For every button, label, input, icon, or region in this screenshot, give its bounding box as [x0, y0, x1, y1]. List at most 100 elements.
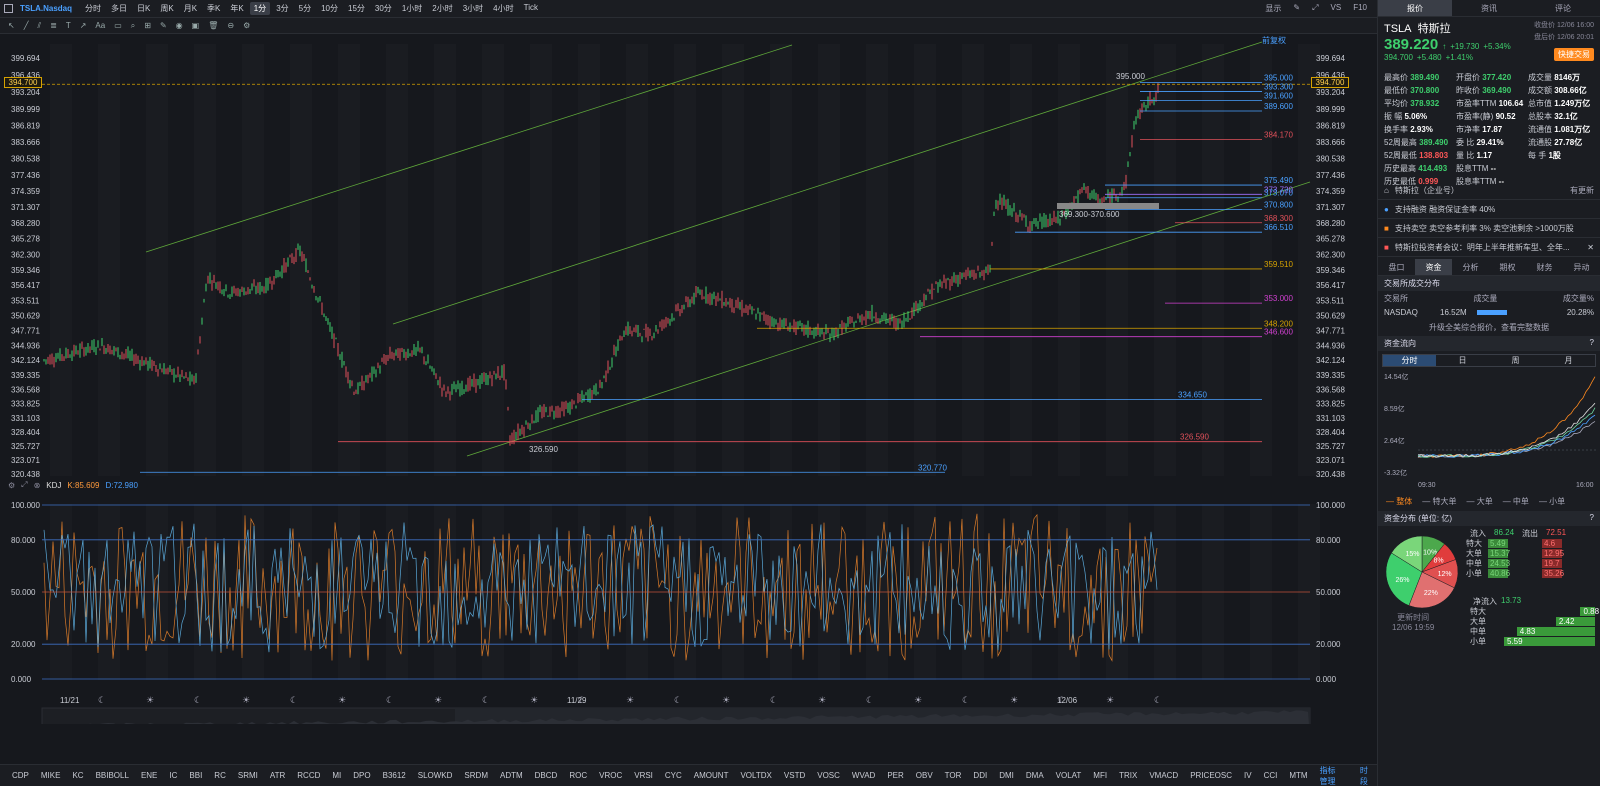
- indicator-wvad[interactable]: WVAD: [852, 771, 875, 780]
- comment-icon[interactable]: ▭: [114, 21, 122, 30]
- indicator-rc[interactable]: RC: [214, 771, 226, 780]
- kdj-settings-icon[interactable]: ⚙: [8, 481, 15, 490]
- indicator-ddi[interactable]: DDI: [973, 771, 987, 780]
- fullscreen-icon[interactable]: ⤢: [1312, 3, 1318, 14]
- indicator-bbi[interactable]: BBI: [189, 771, 202, 780]
- hide-icon[interactable]: ⊖: [227, 21, 234, 30]
- indicator-atr[interactable]: ATR: [270, 771, 285, 780]
- tab-quote[interactable]: 报价: [1378, 0, 1452, 16]
- timeframe-11[interactable]: 15分: [344, 2, 369, 15]
- margin-row[interactable]: ● 支持融资 融资保证金率 40%: [1378, 200, 1600, 219]
- text-tool-icon[interactable]: T: [66, 21, 71, 30]
- indicator-amount[interactable]: AMOUNT: [694, 771, 729, 780]
- upgrade-link[interactable]: 升级全美综合报价，查看完整数据: [1378, 319, 1600, 336]
- help-icon[interactable]: ?: [1590, 513, 1594, 524]
- kdj-name[interactable]: KDJ: [46, 481, 61, 490]
- subtab-3[interactable]: 期权: [1489, 259, 1526, 275]
- news-row[interactable]: ■ 特斯拉投资者会议：明年上半年推新车型、全年... ✕: [1378, 238, 1600, 257]
- kdj-expand-icon[interactable]: ⤢: [21, 480, 27, 490]
- indicator-mike[interactable]: MIKE: [41, 771, 61, 780]
- timeframe-5[interactable]: 季K: [203, 2, 224, 15]
- timeframe-10[interactable]: 10分: [317, 2, 342, 15]
- lock-icon[interactable]: ▣: [192, 21, 200, 30]
- indicator-ic[interactable]: IC: [169, 771, 177, 780]
- indicator-dpo[interactable]: DPO: [353, 771, 370, 780]
- indicator-bbiboll[interactable]: BBIBOLL: [96, 771, 129, 780]
- indicator-cdp[interactable]: CDP: [12, 771, 29, 780]
- timeframe-13[interactable]: 1小时: [398, 2, 426, 15]
- indicator-srmi[interactable]: SRMI: [238, 771, 258, 780]
- timeframe-0[interactable]: 分时: [81, 2, 105, 15]
- indicator-srdm[interactable]: SRDM: [464, 771, 488, 780]
- indicator-vmacd[interactable]: VMACD: [1149, 771, 1178, 780]
- help-icon[interactable]: ?: [1590, 338, 1594, 349]
- indicator-trix[interactable]: TRIX: [1119, 771, 1137, 780]
- measure-icon[interactable]: ⊞: [144, 21, 151, 30]
- arrow-tool-icon[interactable]: ↗: [80, 21, 87, 30]
- indicator-manage-button[interactable]: 指标管理: [1320, 765, 1348, 786]
- indicator-vosc[interactable]: VOSC: [817, 771, 840, 780]
- indicator-tor[interactable]: TOR: [945, 771, 962, 780]
- subtab-4[interactable]: 财务: [1526, 259, 1563, 275]
- indicator-per[interactable]: PER: [887, 771, 903, 780]
- timeframe-15[interactable]: 3小时: [459, 2, 487, 15]
- f10-button[interactable]: F10: [1353, 3, 1367, 14]
- tab-comment[interactable]: 评论: [1526, 0, 1600, 16]
- indicator-adtm[interactable]: ADTM: [500, 771, 523, 780]
- indicator-priceosc[interactable]: PRICEOSC: [1190, 771, 1232, 780]
- indicator-dmi[interactable]: DMI: [999, 771, 1014, 780]
- indicator-dma[interactable]: DMA: [1026, 771, 1044, 780]
- eye-icon[interactable]: ◉: [176, 21, 183, 30]
- indicator-vstd[interactable]: VSTD: [784, 771, 805, 780]
- cursor-icon[interactable]: ↖: [8, 21, 15, 30]
- indicator-mi[interactable]: MI: [332, 771, 341, 780]
- price-chart[interactable]: 395.000393.300391.600389.600384.170375.4…: [0, 34, 1377, 739]
- display-menu[interactable]: 显示: [1265, 3, 1281, 14]
- flow-tab-1[interactable]: 日: [1436, 355, 1489, 366]
- timeframe-6[interactable]: 年K: [226, 2, 247, 15]
- flow-tab-0[interactable]: 分时: [1383, 355, 1436, 366]
- timeframe-4[interactable]: 月K: [180, 2, 201, 15]
- indicator-roc[interactable]: ROC: [569, 771, 587, 780]
- indicator-mtm[interactable]: MTM: [1289, 771, 1307, 780]
- timing-button[interactable]: 时段: [1360, 765, 1377, 786]
- indicator-obv[interactable]: OBV: [916, 771, 933, 780]
- vs-button[interactable]: VS: [1331, 3, 1342, 14]
- trash-icon[interactable]: 🗑: [208, 21, 218, 30]
- adjust-label[interactable]: 前复权: [1262, 35, 1286, 46]
- indicator-vroc[interactable]: VROC: [599, 771, 622, 780]
- zoom-icon[interactable]: ⌕: [131, 21, 135, 31]
- subtab-1[interactable]: 资金: [1415, 259, 1452, 275]
- indicator-b3612[interactable]: B3612: [383, 771, 406, 780]
- subtab-2[interactable]: 分析: [1452, 259, 1489, 275]
- indicator-mfi[interactable]: MFI: [1093, 771, 1107, 780]
- chart-area[interactable]: 395.000 393.300 391.600 389.600 384.170 375.4…: [0, 34, 1377, 739]
- indicator-volat[interactable]: VOLAT: [1056, 771, 1082, 780]
- indicator-rccd[interactable]: RCCD: [297, 771, 320, 780]
- timeframe-2[interactable]: 日K: [133, 2, 154, 15]
- indicator-cci[interactable]: CCI: [1264, 771, 1278, 780]
- pen-icon[interactable]: ✎: [1293, 3, 1300, 14]
- close-icon[interactable]: ✕: [1587, 243, 1594, 252]
- flow-tab-2[interactable]: 周: [1489, 355, 1542, 366]
- symbol-label[interactable]: TSLA.Nasdaq: [20, 4, 72, 13]
- timeframe-14[interactable]: 2小时: [428, 2, 456, 15]
- line-tool-icon[interactable]: ╱: [24, 21, 29, 30]
- fib-tool-icon[interactable]: ≣: [50, 21, 57, 30]
- flow-tab-3[interactable]: 月: [1542, 355, 1595, 366]
- timeframe-16[interactable]: 4小时: [489, 2, 517, 15]
- indicator-ene[interactable]: ENE: [141, 771, 157, 780]
- timeframe-8[interactable]: 3分: [272, 2, 292, 15]
- brush-icon[interactable]: ✎: [160, 21, 167, 30]
- timeframe-1[interactable]: 多日: [107, 2, 131, 15]
- kdj-close-icon[interactable]: ⊗: [34, 481, 41, 490]
- indicator-kc[interactable]: KC: [72, 771, 83, 780]
- indicator-iv[interactable]: IV: [1244, 771, 1252, 780]
- layout-icon[interactable]: [4, 4, 13, 13]
- subtab-5[interactable]: 异动: [1563, 259, 1600, 275]
- quick-trade-button[interactable]: 快捷交易: [1554, 48, 1594, 61]
- settings-icon[interactable]: ⚙: [243, 21, 250, 30]
- channel-tool-icon[interactable]: ⫽: [38, 21, 42, 31]
- indicator-dbcd[interactable]: DBCD: [535, 771, 558, 780]
- indicator-voltdx[interactable]: VOLTDX: [740, 771, 771, 780]
